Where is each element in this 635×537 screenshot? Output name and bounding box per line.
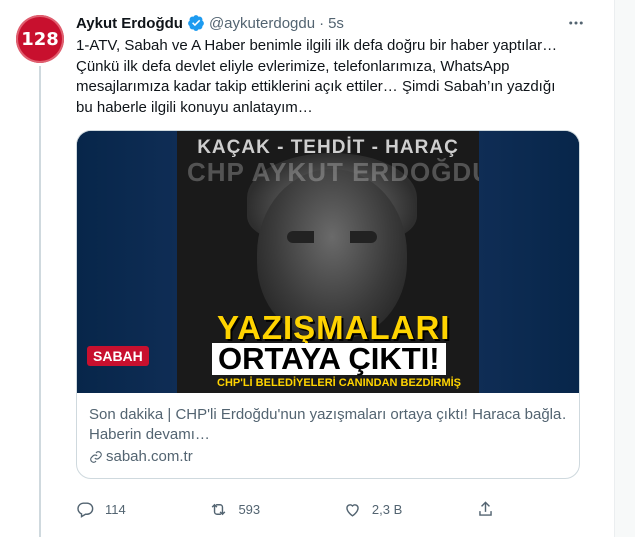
author-handle[interactable]: @aykuterdogdu <box>209 15 315 32</box>
retweet-count: 593 <box>238 502 261 517</box>
image-banner-line2: ORTAYA ÇIKTI! <box>212 343 446 375</box>
sabah-logo: SABAH <box>87 346 149 366</box>
image-ghost-text: CHP AYKUT ERDOĞDU <box>187 157 479 187</box>
image-subbanner: CHP'Lİ BELEDİYELERİ CANINDAN BEZDİRMİŞ <box>217 377 462 389</box>
card-meta: Son dakika | CHP'li Erdoğdu'nun yazışmal… <box>77 393 579 478</box>
tweet-actions: 114 593 2,3 B <box>76 500 506 519</box>
tweet-content: Aykut Erdoğdu @aykuterdogdu · 5s 1-ATV, … <box>76 12 586 518</box>
avatar-text: 128 <box>21 28 59 50</box>
separator-dot: · <box>319 14 325 32</box>
image-right-panel <box>479 131 579 393</box>
more-options-icon[interactable] <box>566 14 586 32</box>
reply-button[interactable]: 114 <box>76 500 209 519</box>
image-photo: CHP AYKUT ERDOĞDU KAÇAK - TEHDİT - HARAÇ… <box>177 131 479 393</box>
tweet[interactable]: 128 Aykut Erdoğdu @aykuterdogdu · 5s 1-A… <box>0 0 613 537</box>
reply-icon <box>77 502 94 518</box>
retweet-icon <box>212 503 226 516</box>
reply-count: 114 <box>105 502 126 517</box>
author-name[interactable]: Aykut Erdoğdu <box>76 15 183 32</box>
share-icon <box>479 501 493 516</box>
link-icon <box>90 451 102 463</box>
thread-line <box>39 66 41 537</box>
card-domain-text: sabah.com.tr <box>106 448 193 465</box>
like-button[interactable]: 2,3 B <box>343 500 476 519</box>
photo-eyes <box>287 231 377 243</box>
card-image[interactable]: CHP AYKUT ERDOĞDU KAÇAK - TEHDİT - HARAÇ… <box>77 131 579 393</box>
tweet-header: Aykut Erdoğdu @aykuterdogdu · 5s <box>76 12 586 34</box>
card-domain: sabah.com.tr <box>89 447 567 467</box>
tweet-time[interactable]: 5s <box>328 15 344 32</box>
retweet-button[interactable]: 593 <box>209 500 342 519</box>
right-panel <box>614 0 635 537</box>
avatar[interactable]: 128 <box>16 15 64 63</box>
like-count: 2,3 B <box>371 502 403 517</box>
card-description: Haberin devamı… <box>89 426 210 443</box>
tweet-text: 1-ATV, Sabah ve A Haber benimle ilgili i… <box>76 37 558 116</box>
image-top-headline: KAÇAK - TEHDİT - HARAÇ <box>197 137 459 158</box>
share-button[interactable] <box>476 500 506 519</box>
link-card[interactable]: CHP AYKUT ERDOĞDU KAÇAK - TEHDİT - HARAÇ… <box>76 130 580 479</box>
heart-icon <box>346 504 359 517</box>
card-title: Son dakika | CHP'li Erdoğdu'nun yazışmal… <box>89 406 567 423</box>
verified-icon <box>188 15 204 31</box>
